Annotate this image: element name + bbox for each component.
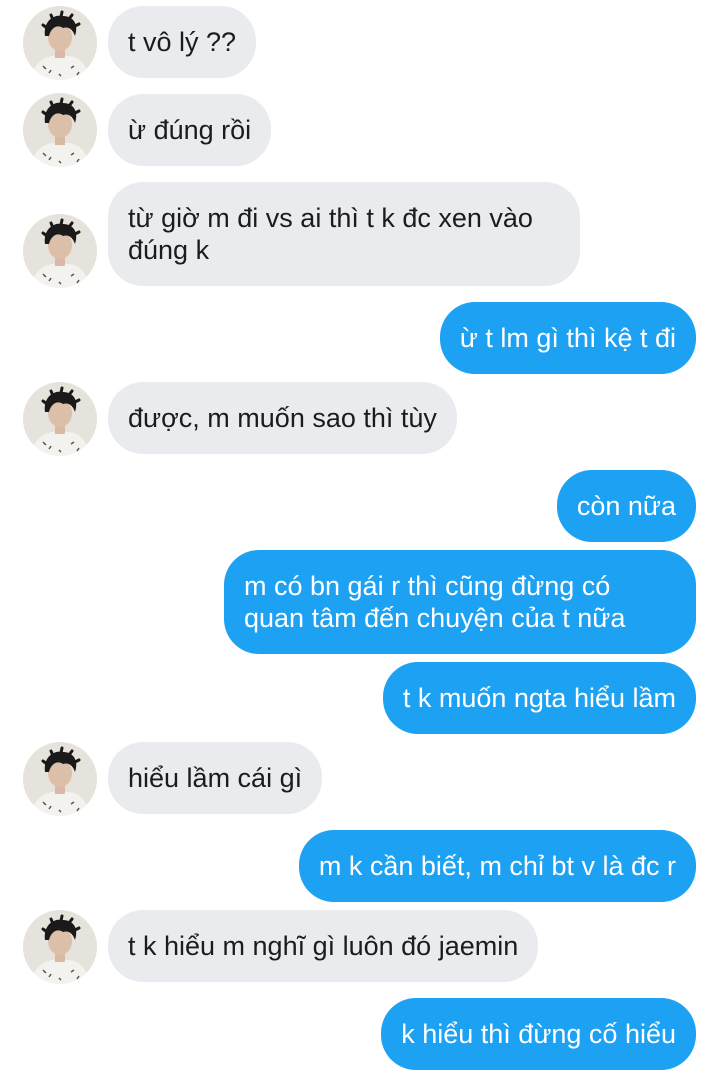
contact-avatar[interactable] xyxy=(23,93,97,167)
contact-avatar[interactable] xyxy=(23,910,97,984)
outgoing-message-bubble[interactable]: còn nữa xyxy=(556,470,696,542)
avatar-photo xyxy=(23,910,97,984)
outgoing-message-bubble[interactable]: m có bn gái r thì cũng đừng có quan tâm … xyxy=(224,550,696,654)
chat-thread: t vô lý ?? ừ đúng rồi từ giờ m đi vs ai … xyxy=(0,0,720,1076)
avatar-photo xyxy=(23,93,97,167)
contact-avatar[interactable] xyxy=(23,6,97,80)
avatar-photo xyxy=(23,6,97,80)
incoming-message-bubble[interactable]: ừ đúng rồi xyxy=(108,94,272,166)
avatar-photo xyxy=(23,214,97,288)
avatar-photo xyxy=(23,742,97,816)
outgoing-message-bubble[interactable]: ừ t lm gì thì kệ t đi xyxy=(439,302,696,374)
contact-avatar[interactable] xyxy=(23,382,97,456)
incoming-message-bubble[interactable]: t k hiểu m nghĩ gì luôn đó jaemin xyxy=(108,910,539,982)
contact-avatar[interactable] xyxy=(23,742,97,816)
outgoing-message-bubble[interactable]: m k cần biết, m chỉ bt v là đc r xyxy=(298,830,696,902)
incoming-message-bubble[interactable]: hiểu lầm cái gì xyxy=(108,742,323,814)
incoming-message-bubble[interactable]: được, m muốn sao thì tùy xyxy=(108,382,457,454)
incoming-message-bubble[interactable]: từ giờ m đi vs ai thì t k đc xen vào đún… xyxy=(108,182,580,286)
avatar-photo xyxy=(23,382,97,456)
contact-avatar[interactable] xyxy=(23,214,97,288)
incoming-message-bubble[interactable]: t vô lý ?? xyxy=(108,6,257,78)
outgoing-message-bubble[interactable]: k hiểu thì đừng cố hiểu xyxy=(381,998,696,1070)
outgoing-message-bubble[interactable]: t k muốn ngta hiểu lầm xyxy=(382,662,696,734)
